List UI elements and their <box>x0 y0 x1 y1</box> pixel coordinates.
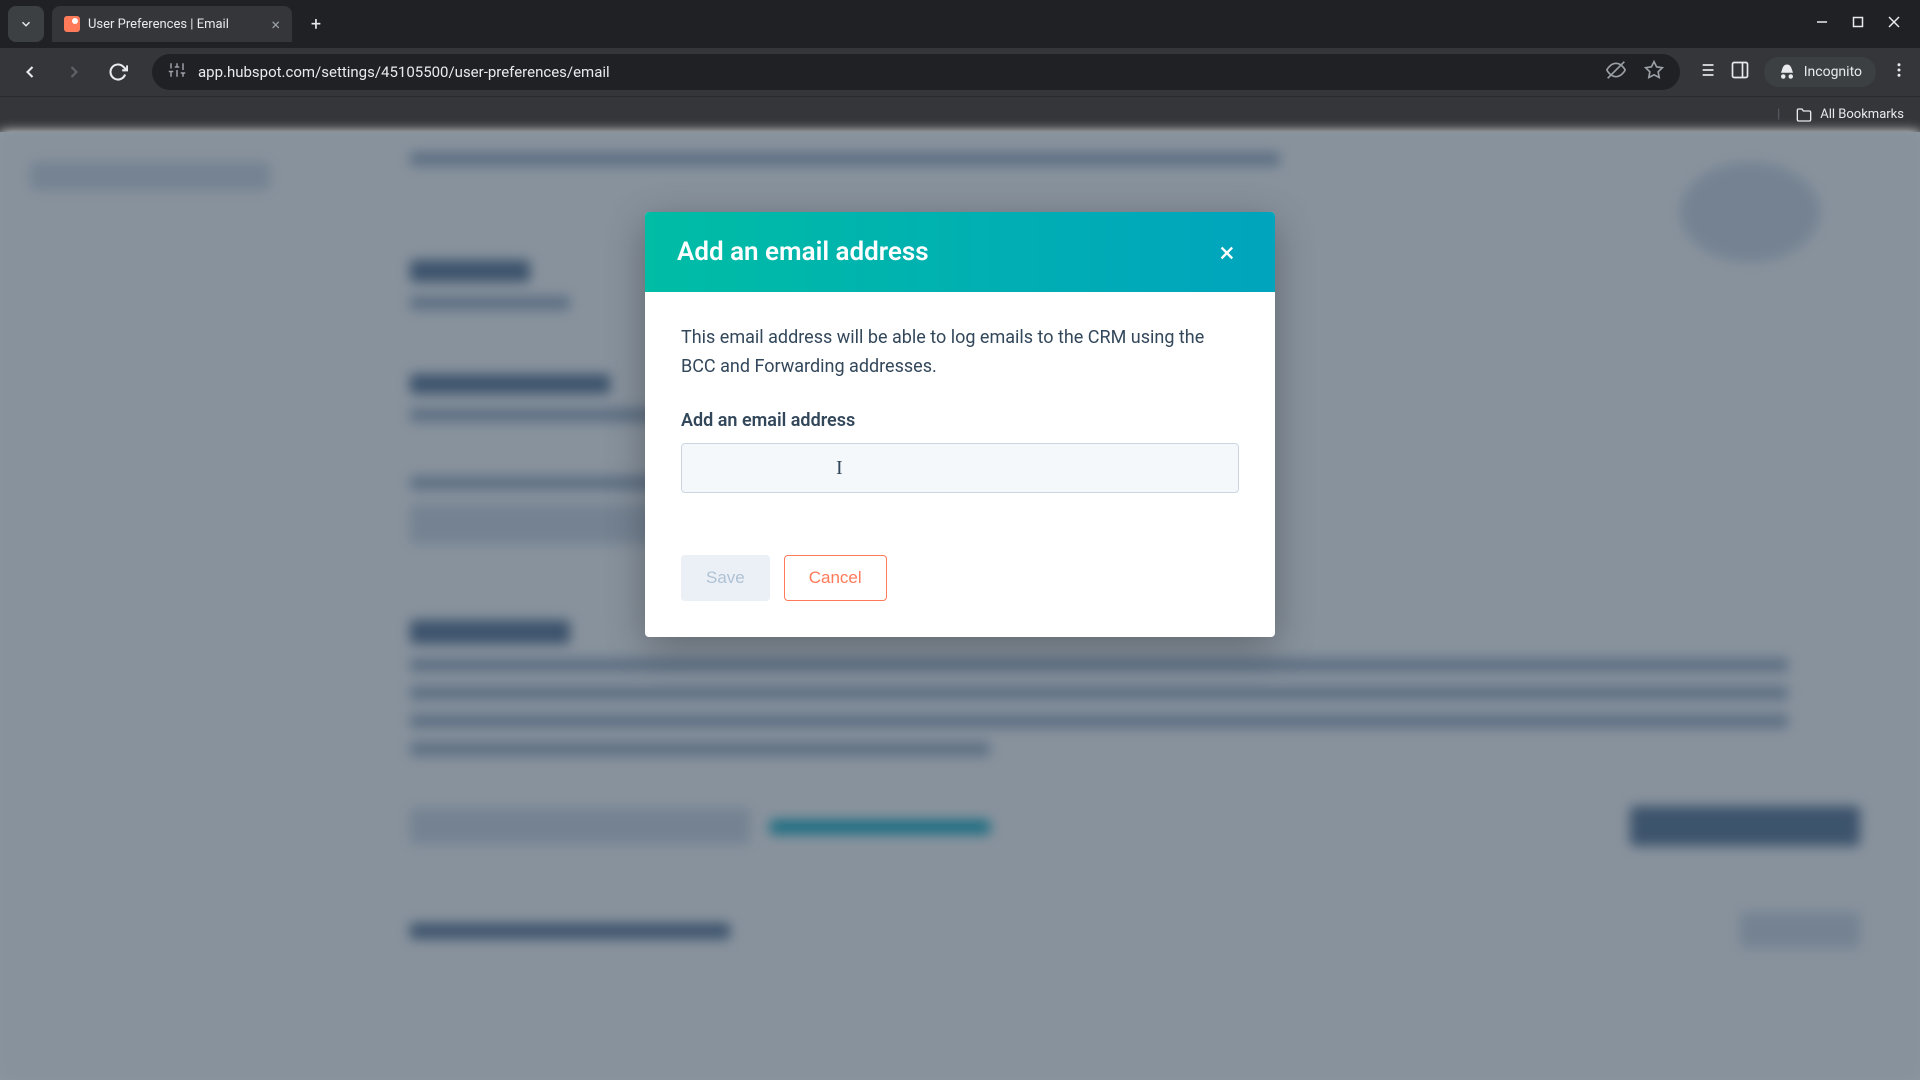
side-panel-icon[interactable] <box>1730 60 1750 84</box>
email-field-label: Add an email address <box>681 410 1239 431</box>
add-email-modal: Add an email address × This email addres… <box>645 212 1275 637</box>
minimize-button[interactable] <box>1816 16 1828 32</box>
modal-title: Add an email address <box>677 237 929 267</box>
window-controls <box>1816 16 1912 32</box>
incognito-badge[interactable]: Incognito <box>1764 57 1876 87</box>
incognito-icon <box>1778 63 1796 81</box>
bookmarks-bar: | All Bookmarks <box>0 96 1920 132</box>
tab-title: User Preferences | Email <box>88 17 263 32</box>
modal-description: This email address will be able to log e… <box>681 324 1239 382</box>
maximize-button[interactable] <box>1852 16 1864 32</box>
close-window-button[interactable] <box>1888 16 1900 32</box>
browser-tab-strip: User Preferences | Email × + <box>0 0 1920 48</box>
all-bookmarks-label: All Bookmarks <box>1820 107 1904 122</box>
bookmark-star-icon[interactable] <box>1644 60 1664 84</box>
all-bookmarks-button[interactable]: All Bookmarks <box>1796 107 1904 123</box>
active-tab[interactable]: User Preferences | Email × <box>52 6 292 42</box>
reload-button[interactable] <box>100 54 136 90</box>
forward-button[interactable] <box>56 54 92 90</box>
modal-body: This email address will be able to log e… <box>645 292 1275 637</box>
tab-search-dropdown[interactable] <box>8 6 44 42</box>
url-text: app.hubspot.com/settings/45105500/user-p… <box>198 63 1594 81</box>
browser-toolbar: app.hubspot.com/settings/45105500/user-p… <box>0 48 1920 96</box>
new-tab-button[interactable]: + <box>300 8 332 40</box>
save-button[interactable]: Save <box>681 555 770 601</box>
tracking-blocked-icon[interactable] <box>1606 60 1626 84</box>
back-button[interactable] <box>12 54 48 90</box>
page-content: Add an email address × This email addres… <box>0 132 1920 1080</box>
email-input[interactable] <box>681 443 1239 493</box>
close-icon[interactable]: × <box>1211 236 1243 268</box>
hubspot-favicon-icon <box>64 16 80 32</box>
incognito-label: Incognito <box>1804 64 1862 80</box>
address-bar[interactable]: app.hubspot.com/settings/45105500/user-p… <box>152 54 1680 90</box>
bookmarks-separator: | <box>1777 107 1780 122</box>
modal-actions: Save Cancel <box>681 555 1239 601</box>
modal-overlay[interactable]: Add an email address × This email addres… <box>0 132 1920 1080</box>
cancel-button[interactable]: Cancel <box>784 555 887 601</box>
browser-menu-icon[interactable] <box>1890 61 1908 83</box>
modal-header: Add an email address × <box>645 212 1275 292</box>
close-tab-icon[interactable]: × <box>271 15 280 34</box>
media-control-icon[interactable] <box>1696 60 1716 84</box>
site-settings-icon[interactable] <box>168 61 186 83</box>
